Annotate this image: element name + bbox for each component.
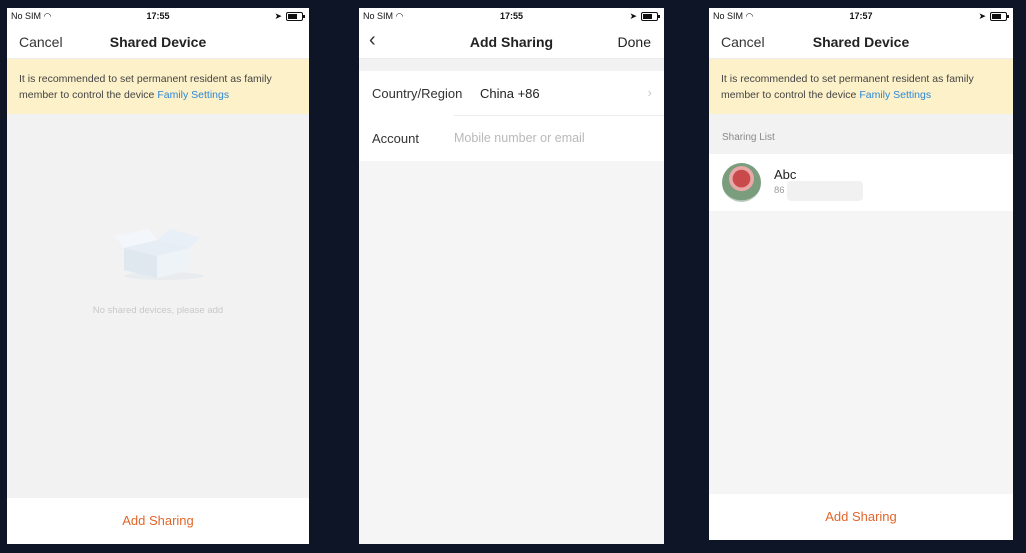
battery-icon [286, 12, 305, 21]
back-chevron-icon[interactable]: ‹ [369, 30, 376, 50]
location-arrow-icon: ➤ [274, 11, 282, 21]
status-bar: No SIM ◠ 17:55 ➤ [359, 8, 664, 25]
family-settings-banner: It is recommended to set permanent resid… [709, 59, 1013, 114]
family-settings-link[interactable]: Family Settings [859, 89, 931, 101]
status-time: 17:55 [499, 11, 524, 21]
status-right: ➤ [978, 11, 1009, 22]
status-bar: No SIM ◠ 17:55 ➤ [7, 8, 309, 25]
phone-screen-add-sharing: No SIM ◠ 17:55 ➤ ‹ Add Sharing Done Coun… [359, 8, 664, 544]
avatar [722, 163, 761, 202]
empty-state: No shared devices, please add [7, 114, 309, 498]
account-input[interactable]: Mobile number or email [454, 131, 585, 145]
banner-text: It is recommended to set permanent resid… [19, 73, 272, 101]
nav-bar: Cancel Shared Device [7, 25, 309, 59]
chevron-right-icon: › [647, 85, 652, 100]
redacted-account [787, 181, 863, 201]
cancel-button[interactable]: Cancel [721, 34, 765, 50]
country-region-label: Country/Region [372, 86, 463, 101]
phone-screen-shared-device-empty: No SIM ◠ 17:55 ➤ Cancel Shared Device It… [7, 8, 309, 544]
section-spacer [359, 59, 664, 71]
location-arrow-icon: ➤ [629, 11, 637, 21]
battery-icon [641, 12, 660, 21]
list-item-name: Abc [774, 167, 797, 182]
list-item[interactable]: Abc 86 [709, 154, 1013, 211]
family-settings-banner: It is recommended to set permanent resid… [7, 59, 309, 114]
account-row: Account Mobile number or email [359, 116, 664, 161]
status-time: 17:55 [146, 11, 170, 21]
account-label: Account [372, 131, 419, 146]
status-right: ➤ [274, 11, 305, 22]
sharing-list-label: Sharing List [722, 132, 775, 143]
status-right: ➤ [629, 11, 660, 22]
cancel-button[interactable]: Cancel [19, 34, 63, 50]
country-region-value: China +86 [480, 86, 540, 101]
phone-screen-shared-device-list: No SIM ◠ 17:57 ➤ Cancel Shared Device It… [709, 8, 1013, 540]
family-settings-link[interactable]: Family Settings [157, 89, 229, 101]
done-button[interactable]: Done [618, 34, 651, 50]
nav-bar: Cancel Shared Device [709, 25, 1013, 59]
add-sharing-button[interactable]: Add Sharing [709, 494, 1013, 540]
battery-icon [990, 12, 1009, 21]
empty-box-icon [115, 229, 204, 280]
status-bar: No SIM ◠ 17:57 ➤ [709, 8, 1013, 25]
banner-text: It is recommended to set permanent resid… [721, 73, 974, 101]
country-region-row[interactable]: Country/Region China +86 › [359, 71, 664, 116]
location-arrow-icon: ➤ [978, 11, 986, 21]
empty-state-text: No shared devices, please add [92, 305, 224, 316]
list-item-account: 86 [774, 185, 785, 196]
status-time: 17:57 [849, 11, 873, 21]
nav-bar: ‹ Add Sharing Done [359, 25, 664, 59]
add-sharing-button[interactable]: Add Sharing [7, 498, 309, 544]
sharing-list-header: Sharing List [709, 114, 1013, 154]
